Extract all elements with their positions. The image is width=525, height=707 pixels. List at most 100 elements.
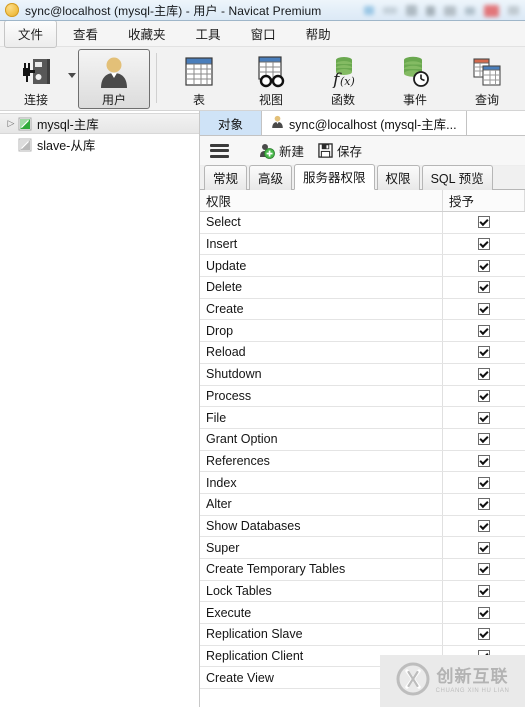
grant-checkbox[interactable] xyxy=(478,259,490,272)
table-row[interactable]: Drop xyxy=(200,320,525,343)
grant-checkbox[interactable] xyxy=(478,389,490,402)
menu-item-window[interactable]: 窗口 xyxy=(237,20,290,48)
grant-cell[interactable] xyxy=(443,451,525,472)
server-privileges-grid: 权限 授予 Select Insert Update Delete Create Drop… xyxy=(200,190,525,707)
grant-cell[interactable] xyxy=(443,212,525,233)
grid-body: Select Insert Update Delete Create Drop Reload… xyxy=(200,212,525,690)
toolbar-button-query[interactable]: 查询 xyxy=(451,49,523,109)
inner-tab-general[interactable]: 常规 xyxy=(204,165,248,190)
grant-cell[interactable] xyxy=(443,320,525,341)
grant-checkbox[interactable] xyxy=(478,650,490,663)
grant-checkbox[interactable] xyxy=(478,541,490,554)
table-row[interactable]: Execute xyxy=(200,602,525,625)
save-button[interactable]: 保存 xyxy=(318,141,362,160)
grant-checkbox[interactable] xyxy=(478,216,490,229)
grant-cell[interactable] xyxy=(443,234,525,255)
toolbar-label-view: 视图 xyxy=(258,93,283,107)
table-row[interactable]: Select xyxy=(200,212,525,234)
table-row[interactable]: File xyxy=(200,407,525,429)
toolbar-button-function[interactable]: f (x) 函数 xyxy=(307,49,379,109)
column-header-privilege[interactable]: 权限 xyxy=(200,190,443,211)
table-row[interactable]: Delete xyxy=(200,277,525,299)
grant-checkbox[interactable] xyxy=(478,411,490,424)
grant-checkbox[interactable] xyxy=(478,519,490,532)
grant-checkbox[interactable] xyxy=(478,281,490,294)
new-user-button[interactable]: 新建 xyxy=(259,141,304,160)
table-row[interactable]: Reload xyxy=(200,342,525,364)
table-row[interactable]: Update xyxy=(200,255,525,278)
grant-checkbox[interactable] xyxy=(478,368,490,381)
table-row[interactable]: Index xyxy=(200,472,525,494)
grant-cell[interactable] xyxy=(443,646,525,667)
menu-item-help[interactable]: 帮助 xyxy=(292,20,345,48)
table-row[interactable]: Process xyxy=(200,385,525,408)
toolbar-button-user[interactable]: 用户 xyxy=(78,49,150,109)
table-row[interactable]: Create xyxy=(200,298,525,321)
grant-checkbox[interactable] xyxy=(478,454,490,467)
column-header-grant[interactable]: 授予 xyxy=(443,190,525,211)
grant-checkbox[interactable] xyxy=(478,476,490,489)
table-row[interactable]: Replication Client xyxy=(200,645,525,668)
inner-tab-privileges[interactable]: 权限 xyxy=(376,165,420,190)
toolbar-button-event[interactable]: 事件 xyxy=(379,49,451,109)
connection-dropdown-caret-icon[interactable] xyxy=(68,73,76,78)
grant-checkbox[interactable] xyxy=(478,606,490,619)
grant-checkbox[interactable] xyxy=(478,671,490,684)
grant-checkbox[interactable] xyxy=(478,303,490,316)
table-row[interactable]: Create Temporary Tables xyxy=(200,559,525,581)
sidebar-item-slave[interactable]: slave-从库 xyxy=(0,134,199,155)
table-row[interactable]: Alter xyxy=(200,493,525,516)
table-row[interactable]: Insert xyxy=(200,233,525,256)
table-row[interactable]: Show Databases xyxy=(200,515,525,538)
menu-item-view[interactable]: 查看 xyxy=(59,20,112,48)
grant-cell[interactable] xyxy=(443,364,525,385)
grant-checkbox[interactable] xyxy=(478,346,490,359)
table-row[interactable]: References xyxy=(200,450,525,473)
tab-objects[interactable]: 对象 xyxy=(200,111,262,135)
grant-cell[interactable] xyxy=(443,342,525,363)
grant-cell[interactable] xyxy=(443,407,525,428)
grant-cell[interactable] xyxy=(443,537,525,558)
menu-item-file[interactable]: 文件 xyxy=(4,19,58,48)
grant-cell[interactable] xyxy=(443,516,525,537)
table-row[interactable]: Grant Option xyxy=(200,428,525,451)
table-row[interactable]: Lock Tables xyxy=(200,580,525,603)
grant-cell[interactable] xyxy=(443,494,525,515)
grant-cell[interactable] xyxy=(443,255,525,276)
grant-checkbox[interactable] xyxy=(478,498,490,511)
grant-checkbox[interactable] xyxy=(478,433,490,446)
grant-checkbox[interactable] xyxy=(478,585,490,598)
sidebar-item-mysql-master[interactable]: ▷ mysql-主库 xyxy=(0,113,199,134)
inner-tab-sql-preview[interactable]: SQL 预览 xyxy=(421,165,493,190)
inner-tab-advanced[interactable]: 高级 xyxy=(249,165,293,190)
toolbar-button-view[interactable]: 视图 xyxy=(235,49,307,109)
grant-cell[interactable] xyxy=(443,624,525,645)
grant-checkbox[interactable] xyxy=(478,324,490,337)
grant-cell[interactable] xyxy=(443,299,525,320)
grant-cell[interactable] xyxy=(443,277,525,298)
grant-cell[interactable] xyxy=(443,472,525,493)
table-row[interactable]: Super xyxy=(200,537,525,559)
grant-checkbox[interactable] xyxy=(478,628,490,641)
expand-arrow-icon[interactable]: ▷ xyxy=(4,118,18,129)
tab-strip-filler xyxy=(466,111,525,135)
grant-cell[interactable] xyxy=(443,667,525,688)
tab-user-editor[interactable]: sync@localhost (mysql-主库... xyxy=(262,111,467,135)
grant-cell[interactable] xyxy=(443,581,525,602)
toolbar-button-table[interactable]: 表 xyxy=(163,49,235,109)
grant-checkbox[interactable] xyxy=(478,238,490,251)
hamburger-icon[interactable] xyxy=(210,143,229,158)
inner-tab-server-privileges[interactable]: 服务器权限 xyxy=(294,164,375,190)
toolbar-button-connection[interactable]: 连接 xyxy=(0,49,72,109)
grant-cell[interactable] xyxy=(443,386,525,407)
table-row[interactable]: Shutdown xyxy=(200,363,525,386)
grant-checkbox[interactable] xyxy=(478,563,490,576)
table-row[interactable]: Replication Slave xyxy=(200,624,525,646)
grant-cell[interactable] xyxy=(443,559,525,580)
menu-item-tools[interactable]: 工具 xyxy=(182,20,235,48)
privilege-name-cell: Grant Option xyxy=(200,428,443,450)
table-row[interactable]: Create View xyxy=(200,667,525,690)
menu-item-favorites[interactable]: 收藏夹 xyxy=(114,20,180,48)
grant-cell[interactable] xyxy=(443,429,525,450)
grant-cell[interactable] xyxy=(443,602,525,623)
